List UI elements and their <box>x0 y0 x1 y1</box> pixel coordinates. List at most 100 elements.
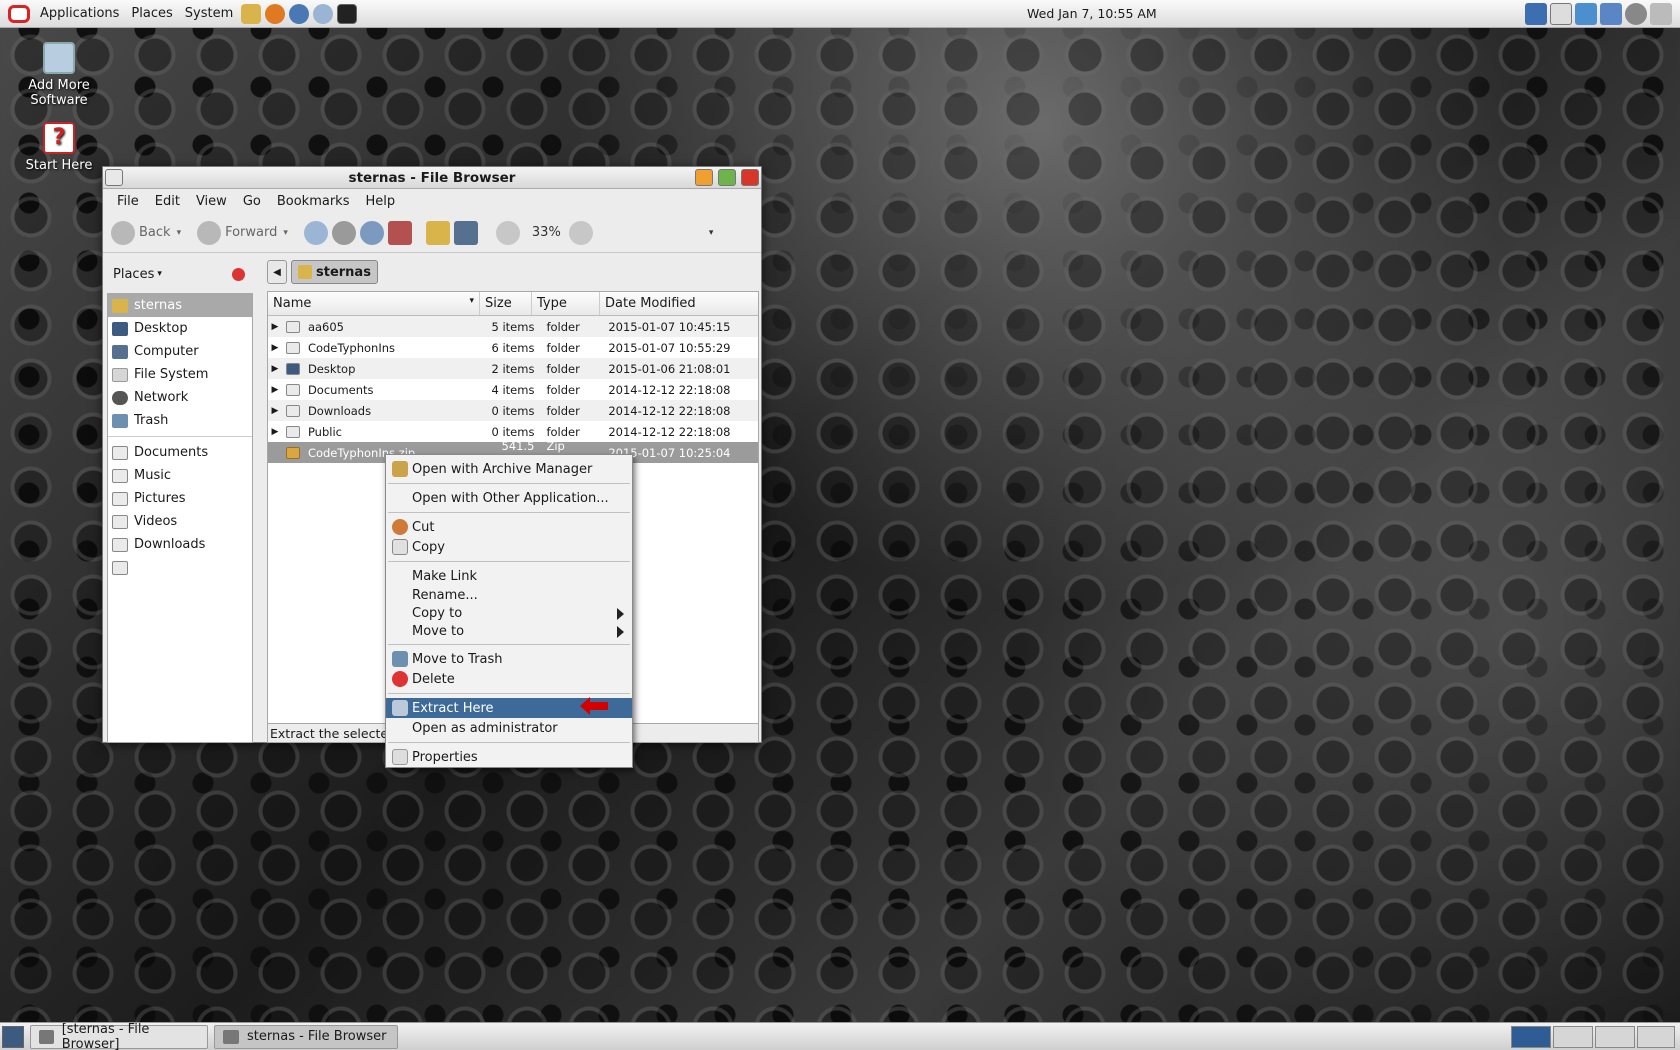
table-row[interactable]: ▶ Documents 4 items folder 2014-12-12 22:18:… <box>268 379 758 400</box>
path-scroll-left-button[interactable]: ◀ <box>267 260 287 284</box>
menu-item-copy[interactable]: Copy <box>386 537 632 557</box>
workspace-1[interactable] <box>1511 1026 1551 1048</box>
table-row[interactable]: ▶ aa605 5 items folder 2015-01-07 10:45:15 <box>268 316 758 337</box>
menu-item-rename[interactable]: Rename... <box>386 586 632 604</box>
sidebar-item-unnamed[interactable] <box>108 556 252 579</box>
table-row[interactable]: ▶ Desktop 2 items folder 2015-01-06 21:08:01 <box>268 358 758 379</box>
menu-item-move-to-trash[interactable]: Move to Trash <box>386 649 632 669</box>
column-header-date[interactable]: Date Modified <box>600 292 758 315</box>
menu-item-open-other-application[interactable]: Open with Other Application... <box>386 488 632 508</box>
terminal-launcher-icon[interactable] <box>337 3 358 24</box>
menu-item-open-as-administrator[interactable]: Open as administrator <box>386 718 632 738</box>
workspace-4[interactable] <box>1637 1026 1675 1048</box>
column-header-type[interactable]: Type <box>532 292 600 315</box>
clock[interactable]: Wed Jan 7, 10:55 AM <box>1027 6 1157 21</box>
menu-item-open-archive-manager[interactable]: Open with Archive Manager <box>386 459 632 479</box>
stop-icon[interactable] <box>331 220 356 245</box>
column-header-size[interactable]: Size <box>480 292 532 315</box>
workspace-3[interactable] <box>1595 1026 1635 1048</box>
sidebar-item-documents[interactable]: Documents <box>108 441 252 464</box>
path-button-sternas[interactable]: sternas <box>291 260 378 284</box>
workspace-2[interactable] <box>1553 1026 1593 1048</box>
sidebar-item-music[interactable]: Music <box>108 464 252 487</box>
system-tray <box>1525 3 1672 25</box>
computer-icon[interactable] <box>453 220 478 245</box>
places-menu[interactable]: Places <box>125 6 178 21</box>
system-menu[interactable]: System <box>179 6 239 21</box>
start-here-launcher[interactable]: ? Start Here <box>14 122 104 173</box>
maximize-button[interactable] <box>718 169 736 186</box>
sidebar-header[interactable]: Places ▾ <box>107 257 253 291</box>
minimize-button[interactable] <box>695 169 713 186</box>
zoom-out-icon[interactable] <box>495 220 520 245</box>
network-icon[interactable] <box>1650 3 1672 25</box>
close-button[interactable] <box>741 169 759 186</box>
table-row[interactable]: ▶ CodeTyphonIns 6 items folder 2015-01-07 10… <box>268 337 758 358</box>
close-location-icon[interactable] <box>387 220 412 245</box>
menu-bookmarks[interactable]: Bookmarks <box>269 194 358 209</box>
clock-applet-icon[interactable] <box>1550 3 1572 25</box>
sidebar-item-sternas[interactable]: sternas <box>108 294 252 317</box>
menu-item-label: Move to Trash <box>412 651 503 667</box>
mail-launcher-icon[interactable] <box>289 3 310 24</box>
menu-item-make-link[interactable]: Make Link <box>386 566 632 586</box>
sidebar-item-trash[interactable]: Trash <box>108 409 252 432</box>
sidebar-item-videos[interactable]: Videos <box>108 510 252 533</box>
volume-icon[interactable] <box>1625 3 1647 25</box>
annotation-arrow-icon <box>580 697 608 715</box>
system-monitor-icon[interactable] <box>1525 3 1547 25</box>
menubar: File Edit View Go Bookmarks Help <box>103 189 761 213</box>
expander-icon[interactable]: ▶ <box>268 427 282 437</box>
menu-help[interactable]: Help <box>357 194 403 209</box>
menu-item-cut[interactable]: Cut <box>386 517 632 537</box>
menu-item-move-to[interactable]: Move to <box>386 622 632 640</box>
forward-history-dropdown[interactable]: ▾ <box>283 228 288 238</box>
column-header-name[interactable]: Name ▾ <box>268 292 480 315</box>
menu-view[interactable]: View <box>188 194 235 209</box>
menu-edit[interactable]: Edit <box>147 194 188 209</box>
window-titlebar[interactable]: sternas - File Browser <box>103 167 761 189</box>
expander-icon[interactable]: ▶ <box>268 343 282 353</box>
update-notifier-icon[interactable] <box>1575 3 1597 25</box>
up-arrow-icon[interactable] <box>303 220 328 245</box>
sidebar-item-computer[interactable]: Computer <box>108 340 252 363</box>
oracle-logo-icon[interactable] <box>8 4 30 23</box>
cell-name: Downloads <box>307 403 372 418</box>
sidebar-item-pictures[interactable]: Pictures <box>108 487 252 510</box>
home-icon[interactable] <box>425 220 450 245</box>
applications-menu[interactable]: Applications <box>34 6 125 21</box>
sidebar-item-network[interactable]: Network <box>108 386 252 409</box>
menu-item-delete[interactable]: Delete <box>386 669 632 689</box>
table-row[interactable]: ▶ Downloads 0 items folder 2014-12-12 22:18:… <box>268 400 758 421</box>
menu-item-copy-to[interactable]: Copy to <box>386 604 632 622</box>
toolbar-overflow-dropdown[interactable]: ▾ <box>709 228 714 238</box>
firefox-launcher-icon[interactable] <box>265 3 286 24</box>
menu-file[interactable]: File <box>109 194 147 209</box>
expander-icon[interactable]: ▶ <box>268 406 282 416</box>
expander-icon[interactable]: ▶ <box>268 322 282 332</box>
folder-icon <box>112 514 128 529</box>
taskbar-item-file-browser-1[interactable]: [sternas - File Browser] <box>30 1022 208 1050</box>
update-launcher-icon[interactable] <box>313 3 334 24</box>
forward-button[interactable]: Forward ▾ <box>197 220 288 245</box>
sidebar-item-file-system[interactable]: File System <box>108 363 252 386</box>
zoom-in-icon[interactable] <box>568 220 593 245</box>
back-history-dropdown[interactable]: ▾ <box>177 228 182 238</box>
accessibility-icon[interactable] <box>1600 3 1622 25</box>
close-sidebar-icon[interactable] <box>232 267 245 281</box>
toolbar: Back ▾ Forward ▾ 33% ▾ <box>103 213 761 253</box>
back-button[interactable]: Back ▾ <box>111 220 182 245</box>
menu-go[interactable]: Go <box>235 194 269 209</box>
add-more-software-launcher[interactable]: Add More Software <box>14 42 104 108</box>
reload-icon[interactable] <box>359 220 384 245</box>
sidebar-item-desktop[interactable]: Desktop <box>108 317 252 340</box>
show-desktop-icon[interactable] <box>2 1025 24 1048</box>
sidebar-places-selector[interactable]: Places <box>113 267 154 282</box>
expander-icon[interactable]: ▶ <box>268 385 282 395</box>
menu-item-label: Rename... <box>412 587 478 603</box>
taskbar-item-file-browser-2[interactable]: sternas - File Browser <box>214 1024 398 1049</box>
expander-icon[interactable]: ▶ <box>268 364 282 374</box>
home-launcher-icon[interactable] <box>241 3 262 24</box>
menu-item-properties[interactable]: Properties <box>386 747 632 767</box>
sidebar-item-downloads[interactable]: Downloads <box>108 533 252 556</box>
